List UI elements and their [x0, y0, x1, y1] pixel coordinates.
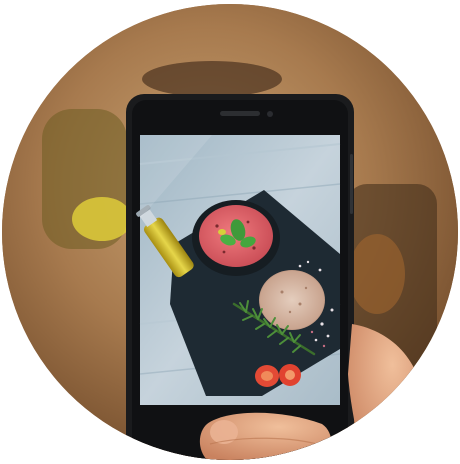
- phone-side-button: [350, 154, 353, 214]
- thumbnail: [210, 420, 238, 444]
- photo-illustration: [2, 4, 458, 460]
- circular-photo: [2, 4, 458, 460]
- blurred-bowl: [142, 61, 282, 97]
- phone-speaker: [220, 111, 260, 116]
- bread-slice: [259, 270, 325, 330]
- blurred-bottle-glow: [72, 197, 132, 241]
- blurred-bread: [349, 234, 405, 314]
- phone-screen: [136, 135, 341, 405]
- phone-camera-icon: [267, 111, 273, 117]
